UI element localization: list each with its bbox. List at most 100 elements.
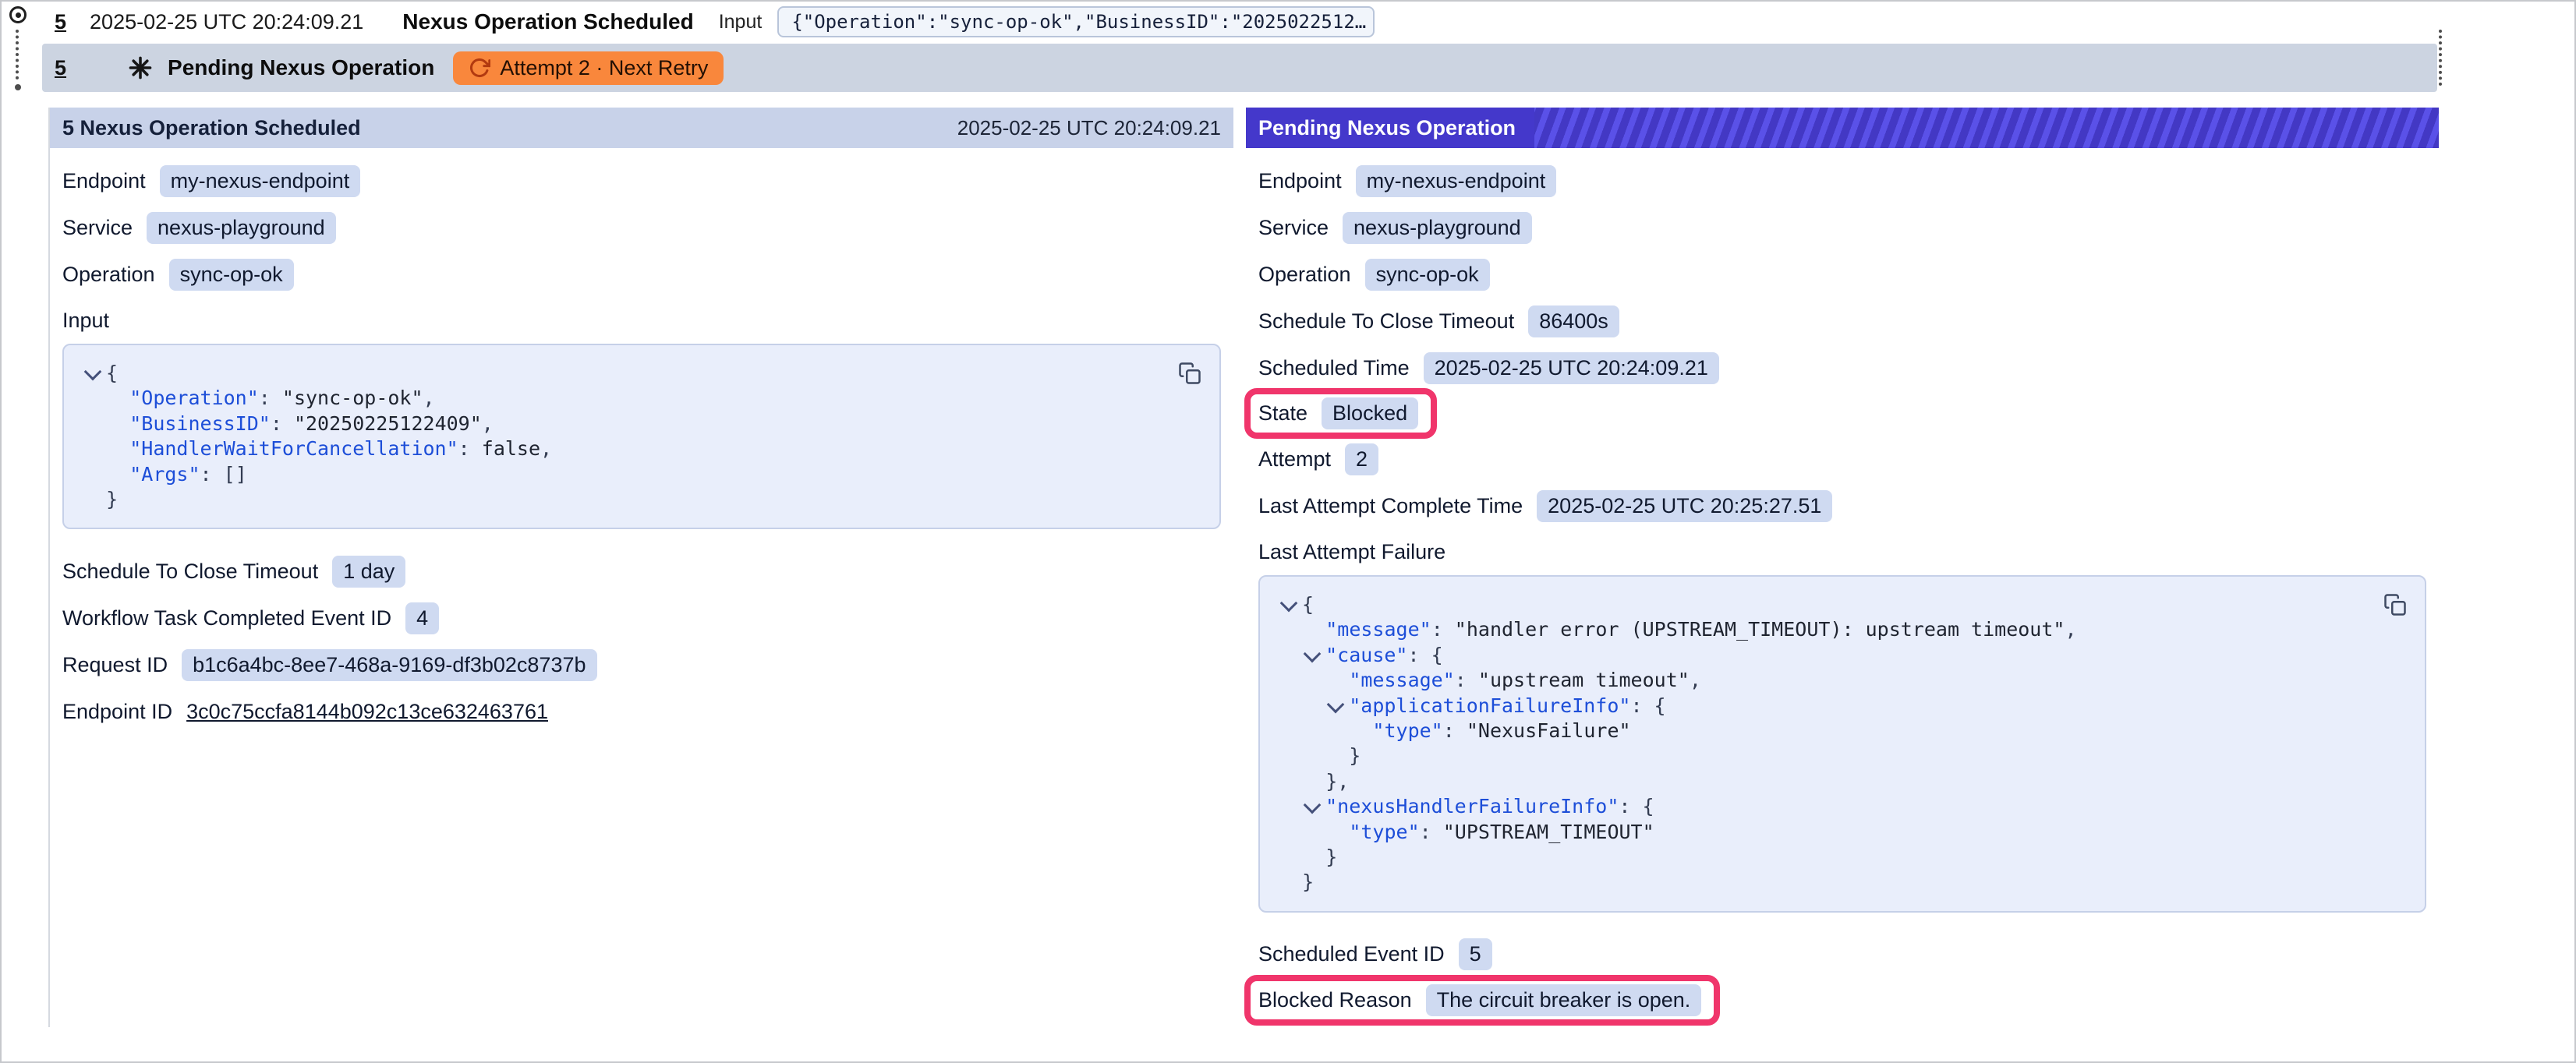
field-label: Workflow Task Completed Event ID	[62, 606, 391, 630]
detail-panels: 5 Nexus Operation Scheduled 2025-02-25 U…	[48, 108, 2439, 1027]
pending-panel-title: Pending Nexus Operation	[1246, 108, 1534, 148]
code-token	[83, 412, 129, 435]
input-section-label: Input	[62, 309, 1221, 333]
code-token: }	[83, 488, 118, 510]
input-json-block: { "Operation": "sync-op-ok", "BusinessID…	[62, 344, 1221, 529]
field-value[interactable]: 3c0c75ccfa8144b092c13ce632463761	[186, 700, 548, 724]
code-line: }	[1279, 743, 2406, 768]
field-label: Service	[62, 216, 133, 240]
annotation-highlight-box: State Blocked	[1244, 388, 1437, 439]
copy-button[interactable]	[1173, 356, 1207, 390]
timeline-end-dot	[15, 84, 21, 90]
event-input-preview-badge: {"Operation":"sync-op-ok","BusinessID":"…	[777, 6, 1375, 37]
code-token: :	[271, 412, 294, 435]
code-token: ,	[423, 387, 435, 409]
field-inner: Endpointmy-nexus-endpoint	[1258, 165, 1556, 197]
code-token: :	[259, 387, 282, 409]
field-row-endpoint-id: Endpoint ID3c0c75ccfa8144b092c13ce632463…	[62, 688, 1221, 735]
code-token	[83, 387, 129, 409]
code-token	[1279, 694, 1325, 717]
field-row-operation: Operationsync-op-ok	[1258, 251, 2426, 298]
code-token: "cause"	[1325, 644, 1407, 666]
field-value: 5	[1459, 938, 1492, 970]
pending-fields-top: Endpointmy-nexus-endpoint Servicenexus-pl…	[1258, 157, 2426, 529]
event-detail-panel: 5 Nexus Operation Scheduled 2025-02-25 U…	[48, 108, 1233, 1027]
code-token: "20250225122409"	[294, 412, 482, 435]
code-token: "BusinessID"	[129, 412, 271, 435]
code-token: "Operation"	[129, 387, 259, 409]
collapse-chevron-icon[interactable]	[1325, 697, 1349, 714]
code-token: ,	[540, 437, 552, 460]
field-inner: Endpointmy-nexus-endpoint	[62, 165, 360, 197]
field-value: Blocked	[1322, 397, 1418, 429]
field-row-schedule-to-close-timeout: Schedule To Close Timeout 86400s	[1258, 298, 2426, 344]
pending-operation-panel: Pending Nexus Operation Endpointmy-nexus…	[1246, 108, 2439, 1027]
field-value: 4	[405, 602, 439, 634]
field-inner: Scheduled Event ID5	[1258, 938, 1492, 970]
right-timeline-dotted-line	[2439, 30, 2442, 86]
code-token: :	[1420, 821, 1443, 843]
failure-json-lines: { "message": "handler error (UPSTREAM_TI…	[1279, 592, 2406, 895]
field-value: 2025-02-25 UTC 20:24:09.21	[1424, 352, 1719, 384]
code-token: "UPSTREAM_TIMEOUT"	[1443, 821, 1654, 843]
collapse-chevron-icon[interactable]	[83, 364, 106, 381]
pending-operation-icon	[129, 56, 152, 79]
pending-event-id-link[interactable]: 5	[55, 56, 66, 80]
event-detail-fields-top: Endpointmy-nexus-endpoint Service nexus-pl…	[62, 157, 1221, 298]
code-token: false	[482, 437, 540, 460]
code-token	[1279, 795, 1302, 818]
field-row-service: Servicenexus-playground	[1258, 204, 2426, 251]
field-label: Blocked Reason	[1258, 988, 1412, 1012]
collapse-chevron-icon[interactable]	[1279, 595, 1302, 613]
event-timestamp: 2025-02-25 UTC 20:24:09.21	[90, 10, 363, 34]
field-row-attempt: Attempt2	[1258, 436, 2426, 482]
copy-button[interactable]	[2378, 588, 2412, 622]
event-detail-header: 5 Nexus Operation Scheduled 2025-02-25 U…	[50, 108, 1233, 148]
code-token: :	[200, 463, 224, 486]
field-value: nexus-playground	[1343, 212, 1532, 244]
code-line: "message": "upstream timeout",	[1279, 668, 2406, 693]
collapse-chevron-icon[interactable]	[1302, 646, 1325, 663]
failure-section-label: Last Attempt Failure	[1258, 540, 2426, 564]
field-inner: Workflow Task Completed Event ID 4	[62, 602, 439, 634]
code-token: :	[1455, 669, 1478, 691]
event-id-link[interactable]: 5	[55, 10, 66, 34]
code-token	[1279, 821, 1349, 843]
timeline-node-icon	[9, 6, 27, 23]
event-input-label: Input	[719, 11, 763, 34]
annotation-highlight-box: Blocked ReasonThe circuit breaker is ope…	[1244, 975, 1720, 1026]
field-inner: Endpoint ID3c0c75ccfa8144b092c13ce632463…	[62, 700, 548, 724]
field-label: Schedule To Close Timeout	[1258, 309, 1514, 334]
field-value: sync-op-ok	[1365, 259, 1490, 291]
event-history-rail	[2, 2, 42, 98]
history-row-pending[interactable]: 5 Pending Nexus Operation Attempt 2 · Ne…	[42, 44, 2437, 92]
code-token: },	[1279, 770, 1349, 793]
code-line: }	[1279, 845, 2406, 870]
code-line: "BusinessID": "20250225122409",	[83, 411, 1201, 436]
code-line: "message": "handler error (UPSTREAM_TIME…	[1279, 617, 2406, 642]
history-row-scheduled[interactable]: 5 2025-02-25 UTC 20:24:09.21 Nexus Opera…	[42, 2, 2437, 42]
code-token: "message"	[1349, 669, 1454, 691]
field-value: b1c6a4bc-8ee7-468a-9169-df3b02c8737b	[182, 649, 596, 681]
field-inner: Servicenexus-playground	[1258, 212, 1532, 244]
code-token: ,	[1690, 669, 1701, 691]
field-row-blocked-reason: Blocked ReasonThe circuit breaker is ope…	[1258, 975, 2426, 1026]
field-label: State	[1258, 401, 1307, 426]
code-token: "Args"	[129, 463, 200, 486]
collapse-chevron-icon[interactable]	[1302, 797, 1325, 814]
field-value: nexus-playground	[147, 212, 336, 244]
code-token: []	[224, 463, 247, 486]
code-token	[1279, 719, 1372, 742]
field-value: 86400s	[1528, 305, 1619, 337]
code-token	[1279, 618, 1325, 641]
field-inner: Schedule To Close Timeout1 day	[62, 556, 405, 588]
code-line: "nexusHandlerFailureInfo": {	[1279, 794, 2406, 819]
code-token: : {	[1630, 694, 1665, 717]
code-line: "Args": []	[83, 462, 1201, 487]
input-json-lines: { "Operation": "sync-op-ok", "BusinessID…	[83, 361, 1201, 512]
code-line: "type": "NexusFailure"	[1279, 719, 2406, 743]
field-label: Endpoint	[62, 169, 146, 193]
code-token: "type"	[1349, 821, 1419, 843]
pending-panel-header: Pending Nexus Operation	[1246, 108, 2439, 148]
field-row-schedule-to-close-timeout: Schedule To Close Timeout1 day	[62, 548, 1221, 595]
